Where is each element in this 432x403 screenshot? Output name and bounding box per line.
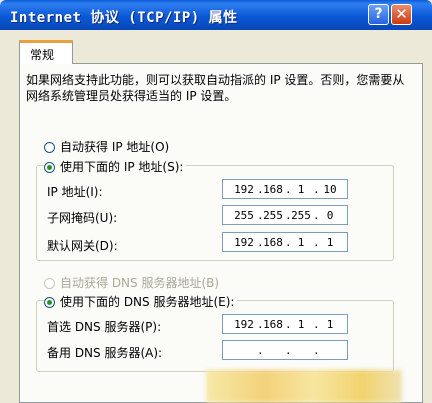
auto-ip-label: 自动获得 IP 地址(O) [60, 140, 170, 154]
window-title: Internet 协议 (TCP/IP) 属性 [10, 10, 238, 26]
manual-ip-label: 使用下面的 IP 地址(S): [60, 160, 184, 174]
manual-dns-label: 使用下面的 DNS 服务器地址(E): [60, 295, 235, 309]
default-gateway-label: 默认网关(D): [47, 239, 118, 253]
auto-dns-option[interactable]: 自动获得 DNS 服务器地址(B) [44, 274, 219, 291]
preferred-dns-input[interactable]: 192. 168. 1. 1 [222, 314, 348, 334]
alternate-dns-label: 备用 DNS 服务器(A): [47, 346, 163, 360]
ip-address-label: IP 地址(I): [47, 185, 103, 199]
manual-dns-option[interactable]: 使用下面的 DNS 服务器地址(E): [44, 293, 238, 310]
auto-ip-radio[interactable] [44, 142, 55, 153]
auto-ip-option[interactable]: 自动获得 IP 地址(O) [44, 138, 169, 155]
auto-dns-label: 自动获得 DNS 服务器地址(B) [60, 276, 220, 290]
dns-server-group [36, 300, 394, 372]
manual-ip-radio[interactable] [44, 162, 55, 173]
help-icon: ? [374, 6, 383, 22]
close-button[interactable]: ✕ [391, 4, 412, 25]
manual-dns-radio[interactable] [44, 297, 55, 308]
help-button[interactable]: ? [368, 4, 389, 25]
title-bar[interactable]: Internet 协议 (TCP/IP) 属性 ? ✕ [0, 0, 432, 30]
subnet-mask-input[interactable]: 255. 255. 255. 0 [222, 205, 348, 225]
tab-general[interactable]: 常规 [19, 40, 73, 64]
obscured-area [206, 370, 402, 403]
alternate-dns-input[interactable]: . . . [222, 340, 348, 360]
auto-dns-radio[interactable] [44, 278, 55, 289]
manual-ip-option[interactable]: 使用下面的 IP 地址(S): [44, 158, 187, 175]
tab-label: 常规 [30, 48, 55, 62]
default-gateway-input[interactable]: 192. 168. 1. 1 [222, 232, 348, 252]
ip-address-input[interactable]: 192. 168. 1. 10 [222, 179, 348, 199]
description-text: 如果网络支持此功能，则可以获取自动指派的 IP 设置。否则，您需要从网络系统管理… [26, 73, 405, 103]
preferred-dns-label: 首选 DNS 服务器(P): [47, 320, 162, 334]
close-icon: ✕ [395, 5, 408, 23]
subnet-mask-label: 子网掩码(U): [47, 211, 118, 225]
